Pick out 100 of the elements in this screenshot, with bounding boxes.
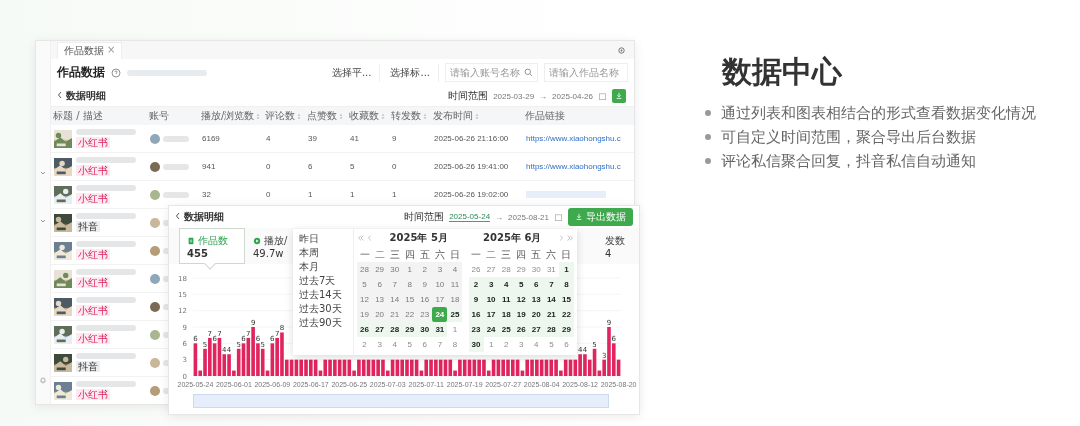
shortcut-item[interactable]: 本周 bbox=[299, 246, 353, 260]
calendar-day[interactable]: 29 bbox=[513, 262, 529, 277]
download-icon bbox=[575, 213, 583, 221]
weekday-label: 一 bbox=[470, 247, 483, 262]
calendar-day[interactable]: 16 bbox=[468, 307, 484, 322]
settings-icon[interactable] bbox=[617, 45, 626, 55]
search-field[interactable]: 请输入账号名称 bbox=[445, 63, 538, 82]
calendar-day[interactable]: 5 bbox=[402, 337, 418, 352]
calendar-day[interactable]: 29 bbox=[402, 322, 418, 337]
calendar-day[interactable]: 1 bbox=[558, 262, 574, 277]
calendar-day: 1 bbox=[402, 262, 418, 277]
calendar-day[interactable]: 2 bbox=[468, 277, 484, 292]
column-header: 作品链接 bbox=[524, 109, 566, 123]
calendar-day[interactable]: 3 bbox=[372, 337, 388, 352]
calendar-day[interactable]: 6 bbox=[417, 337, 433, 352]
column-header[interactable]: 转发数 bbox=[389, 109, 431, 123]
weekday-label: 四 bbox=[515, 247, 528, 262]
metric-card[interactable]: 播放/ 49.7w bbox=[249, 228, 292, 264]
calendar-icon[interactable] bbox=[554, 212, 563, 222]
shortcut-item[interactable]: 过去14天 bbox=[299, 288, 353, 302]
help-icon[interactable] bbox=[111, 67, 121, 78]
platform-tag: 小红书 bbox=[76, 277, 110, 288]
calendar-day[interactable]: 7 bbox=[432, 337, 448, 352]
calendar-day[interactable]: 3 bbox=[513, 337, 529, 352]
weekday-label: 六 bbox=[433, 247, 446, 262]
calendar-icon[interactable] bbox=[598, 91, 607, 101]
calendar-day[interactable]: 30 bbox=[468, 337, 484, 352]
select-dropdown[interactable]: 选择平... bbox=[327, 63, 381, 82]
calendar-day: 6 bbox=[372, 277, 388, 292]
calendar-day[interactable]: 26 bbox=[468, 262, 484, 277]
metric-label: 发数 bbox=[605, 233, 625, 248]
platform-tag: 小红书 bbox=[76, 333, 110, 344]
calendar-day[interactable]: 4 bbox=[528, 337, 544, 352]
calendar-day[interactable]: 1 bbox=[483, 337, 499, 352]
weekday-label: 三 bbox=[388, 247, 401, 262]
avatar bbox=[150, 357, 160, 368]
back-link[interactable]: 数据明细 bbox=[57, 89, 106, 103]
calendar-day[interactable]: 27 bbox=[372, 322, 388, 337]
column-header[interactable]: 收藏数 bbox=[347, 109, 389, 123]
end-date-field[interactable]: 2025-08-21 bbox=[508, 212, 549, 222]
export-button[interactable] bbox=[612, 89, 626, 103]
calendar-day: 4 bbox=[447, 262, 463, 277]
calendar-day[interactable]: 2 bbox=[357, 337, 373, 352]
shortcut-item[interactable]: 昨日 bbox=[299, 232, 353, 246]
feature-text: 评论私信聚合回复，抖音私信自动通知 bbox=[721, 151, 976, 171]
calendar-day[interactable]: 5 bbox=[543, 337, 559, 352]
calendar-day[interactable]: 8 bbox=[447, 337, 463, 352]
shortcut-item[interactable]: 过去7天 bbox=[299, 274, 353, 288]
work-link[interactable]: https://www.xiaohongshu.c bbox=[523, 134, 634, 143]
start-date-field[interactable]: 2025-03-29 bbox=[493, 91, 535, 101]
calendar-day[interactable]: 25 bbox=[447, 307, 463, 322]
chevron-icon[interactable] bbox=[366, 234, 374, 242]
avatar bbox=[150, 217, 160, 228]
platform-tag: 小红书 bbox=[76, 165, 110, 176]
calendar-day[interactable]: 31 bbox=[432, 322, 448, 337]
calendar-day[interactable]: 31 bbox=[543, 262, 559, 277]
end-date-field[interactable]: 2025-04-26 bbox=[552, 91, 593, 101]
calendar-day[interactable]: 26 bbox=[357, 322, 373, 337]
column-header[interactable]: 播放/浏览数 bbox=[199, 109, 263, 123]
column-header[interactable]: 点赞数 bbox=[305, 109, 347, 123]
chevron-icon[interactable] bbox=[39, 217, 47, 225]
calendar-day[interactable]: 23 bbox=[468, 322, 484, 337]
double-chevron-icon[interactable] bbox=[566, 234, 574, 242]
double-chevron-icon[interactable] bbox=[357, 234, 365, 242]
calendar-day[interactable]: 27 bbox=[483, 262, 499, 277]
back-link[interactable]: 数据明细 bbox=[175, 210, 224, 224]
month-title: 2025年 6月 bbox=[483, 231, 542, 245]
calendar-day[interactable]: 1 bbox=[447, 322, 463, 337]
calendar-day[interactable]: 4 bbox=[387, 337, 403, 352]
search-icon[interactable] bbox=[524, 68, 533, 77]
sort-icon[interactable] bbox=[256, 112, 261, 120]
feature-title: 数据中心 bbox=[722, 53, 843, 91]
metric-card[interactable]: 发数 4 bbox=[601, 228, 629, 264]
avatar bbox=[150, 329, 160, 340]
chevron-icon[interactable] bbox=[557, 234, 565, 242]
shortcut-item[interactable]: 过去90天 bbox=[299, 316, 353, 330]
column-header[interactable]: 评论数 bbox=[263, 109, 305, 123]
shortcut-item[interactable]: 本月 bbox=[299, 260, 353, 274]
start-date-field[interactable]: 2025-05-24 bbox=[449, 212, 491, 222]
column-header: 标题 / 描述 bbox=[52, 109, 104, 123]
table-cell-text: 1 bbox=[391, 190, 398, 199]
calendar-day: 23 bbox=[417, 307, 433, 322]
calendar-day[interactable]: 30 bbox=[528, 262, 544, 277]
work-link[interactable]: https://www.xiaohongshu.c bbox=[523, 162, 634, 171]
input-field[interactable]: 请输入作品名称 bbox=[544, 63, 628, 82]
calendar-day[interactable]: 6 bbox=[558, 337, 574, 352]
column-header: 账号 bbox=[148, 109, 170, 123]
calendar-day[interactable]: 28 bbox=[387, 322, 403, 337]
play-icon bbox=[253, 236, 261, 245]
tab[interactable]: 作品数据 × bbox=[57, 41, 123, 59]
calendar-day[interactable]: 2 bbox=[498, 337, 514, 352]
shortcut-item[interactable]: 过去30天 bbox=[299, 302, 353, 316]
calendar-day[interactable]: 9 bbox=[468, 292, 484, 307]
calendar-day[interactable]: 28 bbox=[498, 262, 514, 277]
metric-label: 作品数 bbox=[198, 233, 228, 248]
select-dropdown[interactable]: 选择标... bbox=[386, 63, 439, 82]
column-header[interactable]: 发布时间 bbox=[431, 109, 523, 123]
calendar-day[interactable]: 30 bbox=[417, 322, 433, 337]
chevron-icon[interactable] bbox=[39, 169, 47, 177]
bell-icon[interactable] bbox=[39, 376, 47, 384]
